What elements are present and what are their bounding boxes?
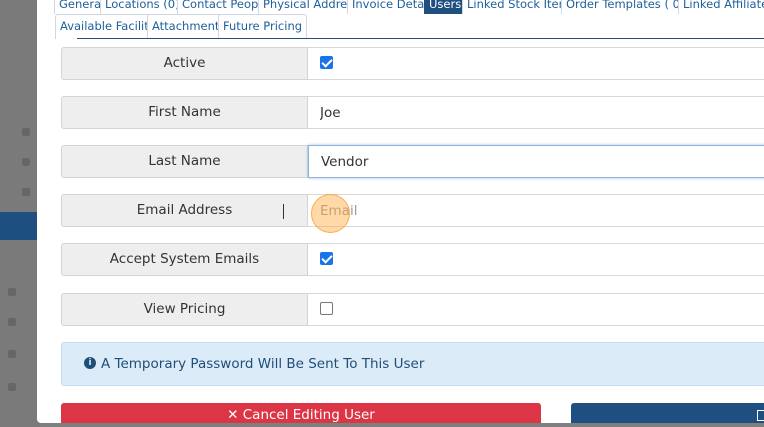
background-icon	[22, 188, 30, 196]
background-active-item	[0, 212, 40, 240]
background-icon	[8, 350, 16, 358]
first-name-row: First Name	[61, 96, 764, 129]
view-pricing-row: View Pricing	[61, 293, 764, 326]
background-icon	[22, 158, 30, 166]
email-field	[308, 194, 764, 227]
first-name-input[interactable]	[308, 97, 764, 128]
active-label: Active	[61, 47, 308, 80]
background-icon	[8, 383, 16, 391]
cancel-editing-button[interactable]: ✕ Cancel Editing User	[61, 403, 541, 423]
accept-emails-checkbox[interactable]	[320, 252, 333, 265]
accept-emails-label: Accept System Emails	[61, 243, 308, 276]
active-field	[308, 47, 764, 80]
view-pricing-checkbox[interactable]	[320, 302, 333, 315]
accept-emails-row: Accept System Emails	[61, 243, 764, 276]
password-notice: i A Temporary Password Will Be Sent To Th…	[61, 342, 764, 386]
background-icon	[8, 318, 16, 326]
email-row: Email Address	[61, 194, 764, 227]
accept-emails-field	[308, 243, 764, 276]
view-pricing-label: View Pricing	[61, 293, 308, 326]
tab-divider	[77, 38, 764, 39]
tab-bar: General Locations (0) Contact People Phy…	[37, 0, 764, 39]
first-name-field	[308, 96, 764, 129]
last-name-label: Last Name	[61, 145, 308, 178]
click-indicator	[311, 194, 350, 233]
view-pricing-field	[308, 293, 764, 326]
email-label: Email Address	[61, 194, 308, 227]
tab-order-templates[interactable]: Order Templates ( 0 )	[561, 0, 694, 14]
tab-users[interactable]: Users	[424, 0, 467, 14]
last-name-row: Last Name	[61, 145, 764, 178]
email-input[interactable]	[308, 195, 764, 226]
tab-linked-affiliates[interactable]: Linked Affiliates	[678, 0, 764, 14]
edit-user-modal: General Locations (0) Contact People Phy…	[37, 0, 764, 423]
background-icon	[22, 128, 30, 136]
save-user-button[interactable]	[571, 403, 764, 423]
notice-text: A Temporary Password Will Be Sent To Thi…	[101, 356, 425, 372]
text-caret	[283, 204, 284, 219]
info-icon: i	[84, 357, 96, 369]
last-name-field	[308, 145, 764, 178]
first-name-label: First Name	[61, 96, 308, 129]
save-icon	[757, 410, 764, 421]
background-icon	[8, 288, 16, 296]
tab-future-pricing[interactable]: Future Pricing	[218, 14, 308, 39]
active-checkbox[interactable]	[320, 56, 333, 69]
active-row: Active	[61, 47, 764, 80]
last-name-input[interactable]	[309, 146, 764, 177]
tab-locations[interactable]: Locations (0)	[100, 0, 185, 14]
